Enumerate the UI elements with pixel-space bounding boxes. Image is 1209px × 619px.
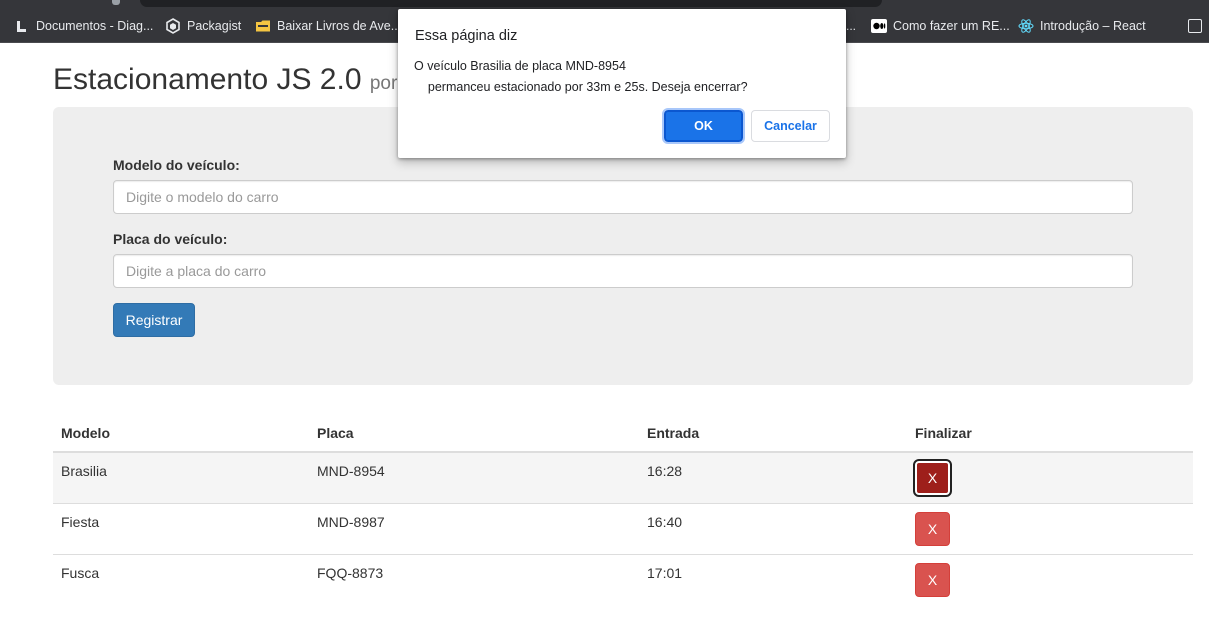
parked-cars-table: Modelo Placa Entrada Finalizar Brasilia … [53,415,1193,605]
bookmark-label: Como fazer um RE... [893,18,1010,33]
bookmark-label: Introdução – React [1040,18,1146,33]
table-row: Brasilia MND-8954 16:28 X [53,452,1193,504]
medium-icon [871,18,887,34]
cell-placa: MND-8954 [309,452,639,504]
cell-finalizar: X [907,452,1193,504]
cell-entrada: 17:01 [647,564,683,581]
cell-placa: FQQ-8873 [317,564,384,581]
bookmark-item[interactable]: Baixar Livros de Ave... [255,8,401,43]
cell-entrada: 16:28 [639,452,907,504]
table-row: Fiesta MND-8987 16:40 X [53,503,1193,555]
bookmark-item[interactable]: Documentos - Diag... [14,8,153,43]
dialog-cancel-button[interactable]: Cancelar [751,110,830,142]
bookmark-label: Documentos - Diag... [36,18,154,33]
page-title: Estacionamento JS 2.0 por [53,63,398,96]
docs-bookmark-icon [14,18,30,34]
react-icon [1018,18,1034,34]
finalize-button[interactable]: X [915,562,950,597]
bookmark-label: Baixar Livros de Ave... [277,18,402,33]
tab-edge-icon [112,0,120,5]
page-subtitle: por [369,73,398,94]
plate-label: Placa do veículo: [113,231,228,247]
folder-icon [255,18,271,34]
address-bar[interactable] [140,0,882,7]
col-header-modelo: Modelo [53,415,309,453]
table-header-row: Modelo Placa Entrada Finalizar [53,415,1193,453]
dialog-ok-button[interactable]: OK [662,108,745,144]
finalize-button[interactable]: X [915,511,950,546]
cell-modelo: Fusca [61,564,100,581]
model-input[interactable] [113,180,1133,214]
bookmark-item[interactable]: Como fazer um RE... [871,8,1010,43]
bookmark-item[interactable]: Packagist [165,8,241,43]
col-header-entrada: Entrada [639,415,907,453]
other-bookmarks-icon[interactable] [1188,19,1202,33]
cell-finalizar: X [907,503,1193,555]
table-row: Fusca FQQ-8873 17:01 X [53,554,1193,605]
cell-finalizar: X [907,554,1193,605]
cell-modelo: Fiesta [53,503,309,555]
col-header-placa: Placa [309,415,639,453]
col-header-finalizar: Finalizar [907,415,1193,453]
dialog-message: O veículo Brasilia de placa MND-8954 per… [414,59,748,94]
dialog-title: Essa página diz [415,28,518,44]
bookmark-label: Packagist [187,18,242,33]
plate-input[interactable] [113,254,1133,288]
register-button[interactable]: Registrar [113,303,195,337]
bookmarks-overflow[interactable]: ... [846,8,856,43]
cell-placa: MND-8987 [309,503,639,555]
cell-modelo: Brasilia [53,452,309,504]
model-label: Modelo do veículo: [113,157,240,173]
packagist-icon [165,17,181,34]
cell-entrada: 16:40 [639,503,907,555]
finalize-button[interactable]: X [913,459,952,497]
bookmark-item[interactable]: Introdução – React [1018,8,1146,43]
confirm-dialog: Essa página diz O veículo Brasilia de pl… [398,9,846,158]
